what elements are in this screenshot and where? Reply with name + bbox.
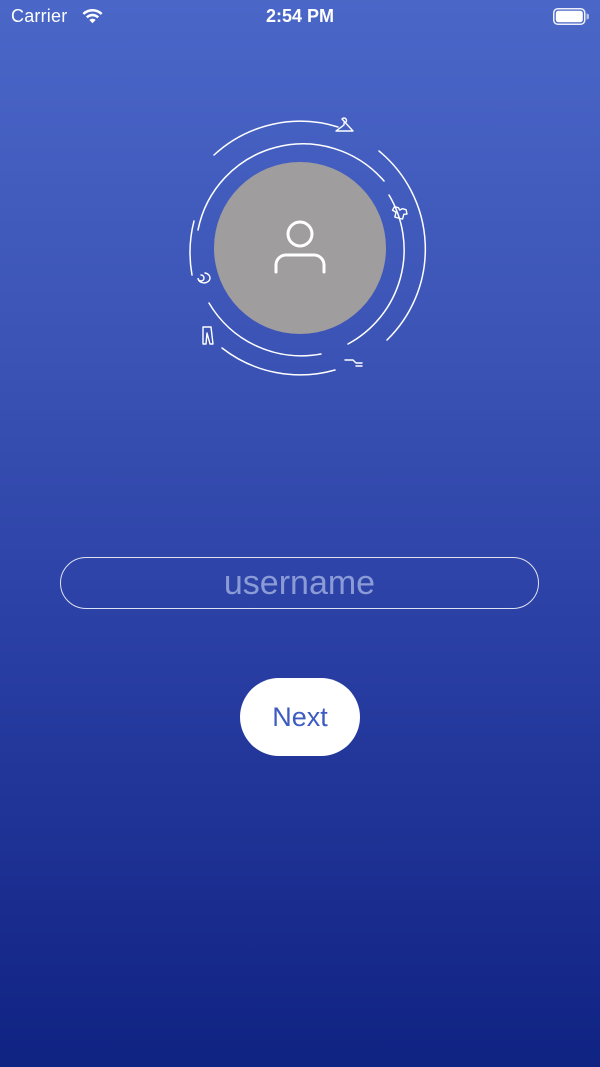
avatar-picker[interactable] [170, 115, 430, 379]
next-button[interactable]: Next [240, 678, 360, 756]
username-input[interactable] [60, 557, 539, 609]
user-icon [274, 220, 326, 274]
tshirt-icon [391, 205, 408, 220]
swirl-icon [197, 272, 211, 284]
app-screen: Carrier 2:54 PM username Next [0, 0, 600, 1067]
sock-icon [344, 359, 363, 367]
battery-icon [553, 8, 589, 25]
hanger-icon [335, 117, 354, 132]
avatar-photo-placeholder[interactable] [214, 162, 386, 334]
status-bar: Carrier 2:54 PM [0, 0, 600, 34]
pants-icon [202, 326, 214, 345]
status-time: 2:54 PM [265, 6, 335, 26]
